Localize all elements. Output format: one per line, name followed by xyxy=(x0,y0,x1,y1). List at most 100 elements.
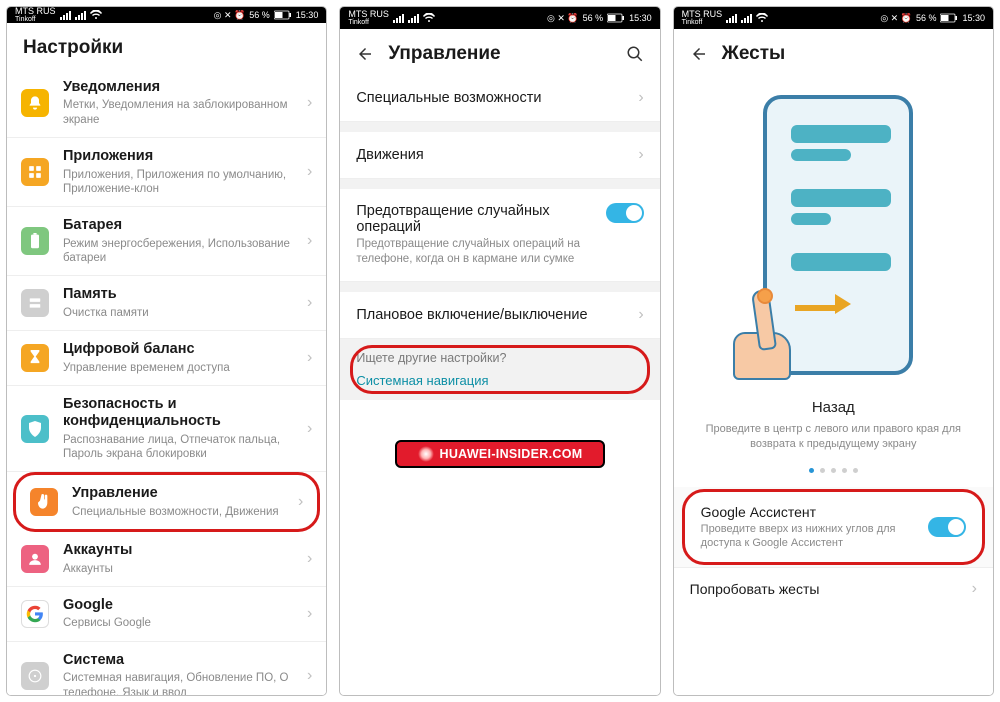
battery-icon xyxy=(607,13,625,23)
carrier-sub: Tinkoff xyxy=(348,19,389,26)
row-accounts[interactable]: Аккаунты Аккаунты › xyxy=(7,532,326,587)
status-bar: MTS RUS Tinkoff ◎ ✕ ⏰ 56 % 15:30 xyxy=(340,7,659,29)
chevron-right-icon: › xyxy=(307,163,312,181)
chevron-right-icon: › xyxy=(307,605,312,623)
hand-pointer-graphic xyxy=(729,290,799,380)
status-bar: MTS RUS Tinkoff ◎ ✕ ⏰ 56 % 15:30 xyxy=(7,7,326,23)
icons-cluster: ◎ ✕ ⏰ xyxy=(547,13,579,24)
status-bar: MTS RUS Tinkoff ◎ ✕ ⏰ 56 % 15:30 xyxy=(674,7,993,29)
row-title: Цифровой баланс xyxy=(63,341,301,358)
icons-cluster: ◎ ✕ ⏰ xyxy=(880,13,912,24)
gesture-illustration-area: Назад Проведите в центр с левого или пра… xyxy=(674,75,993,487)
user-icon xyxy=(21,545,49,573)
row-subtitle: Приложения, Приложения по умолчанию, При… xyxy=(63,168,301,197)
row-scheduled-power[interactable]: Плановое включение/выключение › xyxy=(340,292,659,339)
row-system[interactable]: Система Системная навигация, Обновление … xyxy=(7,642,326,696)
row-prevent-accidental[interactable]: Предотвращение случайных операций Предот… xyxy=(340,189,659,282)
signal-icon xyxy=(60,11,71,20)
row-apps[interactable]: Приложения Приложения, Приложения по умо… xyxy=(7,138,326,207)
row-google[interactable]: Google Сервисы Google › xyxy=(7,587,326,642)
screen-header: Жесты xyxy=(674,29,993,75)
row-title: Память xyxy=(63,286,301,303)
chevron-right-icon: › xyxy=(638,89,643,107)
huawei-logo-icon xyxy=(418,446,434,462)
back-button[interactable] xyxy=(690,45,708,63)
row-sublabel: Проведите вверх из нижних углов для дост… xyxy=(701,522,928,551)
row-accessibility[interactable]: Специальные возможности › xyxy=(340,75,659,122)
page-indicator[interactable] xyxy=(809,468,858,473)
chat-bubble-graphic xyxy=(791,189,891,207)
chevron-right-icon: › xyxy=(638,146,643,164)
chevron-right-icon: › xyxy=(307,420,312,438)
signal-icon xyxy=(726,14,737,23)
time-text: 15:30 xyxy=(962,13,985,23)
hourglass-icon xyxy=(21,344,49,372)
chevron-right-icon: › xyxy=(307,349,312,367)
row-try-gestures[interactable]: Попробовать жесты › xyxy=(674,567,993,610)
screen-header: Управление xyxy=(340,29,659,75)
row-security[interactable]: Безопасность и конфиденциальность Распоз… xyxy=(7,386,326,473)
hint-question: Ищете другие настройки? xyxy=(356,351,643,365)
row-title: Система xyxy=(63,652,301,669)
apps-icon xyxy=(21,158,49,186)
row-subtitle: Специальные возможности, Движения xyxy=(72,505,292,519)
row-notifications[interactable]: Уведомления Метки, Уведомления на заблок… xyxy=(7,69,326,138)
chevron-right-icon: › xyxy=(307,667,312,685)
storage-icon xyxy=(21,289,49,317)
row-subtitle: Системная навигация, Обновление ПО, О те… xyxy=(63,671,301,696)
signal-icon-2 xyxy=(741,14,752,23)
battery-icon xyxy=(21,227,49,255)
row-label: Предотвращение случайных операций xyxy=(356,203,605,235)
page-title: Настройки xyxy=(23,37,123,59)
row-title: Батарея xyxy=(63,217,301,234)
gesture-description: Проведите в центр с левого или правого к… xyxy=(703,422,963,452)
row-subtitle: Режим энергосбережения, Использование ба… xyxy=(63,237,301,266)
carrier-name: MTS RUS xyxy=(682,10,723,19)
arrow-right-icon xyxy=(795,299,851,314)
row-digital-balance[interactable]: Цифровой баланс Управление временем дост… xyxy=(7,331,326,386)
signal-icon xyxy=(393,14,404,23)
row-motions[interactable]: Движения › xyxy=(340,132,659,179)
back-button[interactable] xyxy=(356,45,374,63)
chat-bubble-graphic xyxy=(791,213,831,225)
battery-text: 56 % xyxy=(583,13,604,23)
row-battery[interactable]: Батарея Режим энергосбережения, Использо… xyxy=(7,207,326,276)
row-subtitle: Метки, Уведомления на заблокированном эк… xyxy=(63,98,301,127)
signal-icon-2 xyxy=(408,14,419,23)
hint-other-settings: Ищете другие настройки? Системная навига… xyxy=(340,339,659,400)
toggle-switch[interactable] xyxy=(606,203,644,223)
row-title: Приложения xyxy=(63,148,301,165)
search-button[interactable] xyxy=(626,45,644,63)
time-text: 15:30 xyxy=(629,13,652,23)
bell-icon xyxy=(21,89,49,117)
screenshot-gestures: MTS RUS Tinkoff ◎ ✕ ⏰ 56 % 15:30 Жесты xyxy=(673,6,994,696)
row-sublabel: Предотвращение случайных операций на тел… xyxy=(356,237,605,267)
link-system-navigation[interactable]: Системная навигация xyxy=(356,373,643,388)
row-smart-assistance[interactable]: Управление Специальные возможности, Движ… xyxy=(13,472,320,532)
row-subtitle: Сервисы Google xyxy=(63,616,301,630)
watermark-text: HUAWEI-INSIDER.COM xyxy=(440,447,583,461)
google-icon xyxy=(21,600,49,628)
row-subtitle: Управление временем доступа xyxy=(63,361,301,375)
chevron-right-icon: › xyxy=(307,550,312,568)
toggle-switch[interactable] xyxy=(928,517,966,537)
chevron-right-icon: › xyxy=(307,294,312,312)
chevron-right-icon: › xyxy=(638,306,643,324)
carrier-sub: Tinkoff xyxy=(15,16,56,23)
row-label: Движения xyxy=(356,147,632,163)
system-icon xyxy=(21,662,49,690)
chevron-right-icon: › xyxy=(298,493,303,511)
screenshot-management: MTS RUS Tinkoff ◎ ✕ ⏰ 56 % 15:30 Управле… xyxy=(339,6,660,696)
row-storage[interactable]: Память Очистка памяти › xyxy=(7,276,326,331)
chevron-right-icon: › xyxy=(307,94,312,112)
wifi-icon xyxy=(423,13,435,23)
gesture-name: Назад xyxy=(812,399,855,416)
section-gap xyxy=(340,179,659,189)
carrier-name: MTS RUS xyxy=(15,7,56,16)
row-title: Google xyxy=(63,597,301,614)
row-google-assistant[interactable]: Google Ассистент Проведите вверх из нижн… xyxy=(682,489,985,566)
screen-header: Настройки xyxy=(7,23,326,69)
watermark-badge: HUAWEI-INSIDER.COM xyxy=(395,440,605,468)
row-title: Безопасность и конфиденциальность xyxy=(63,396,301,431)
row-subtitle: Очистка памяти xyxy=(63,306,301,320)
